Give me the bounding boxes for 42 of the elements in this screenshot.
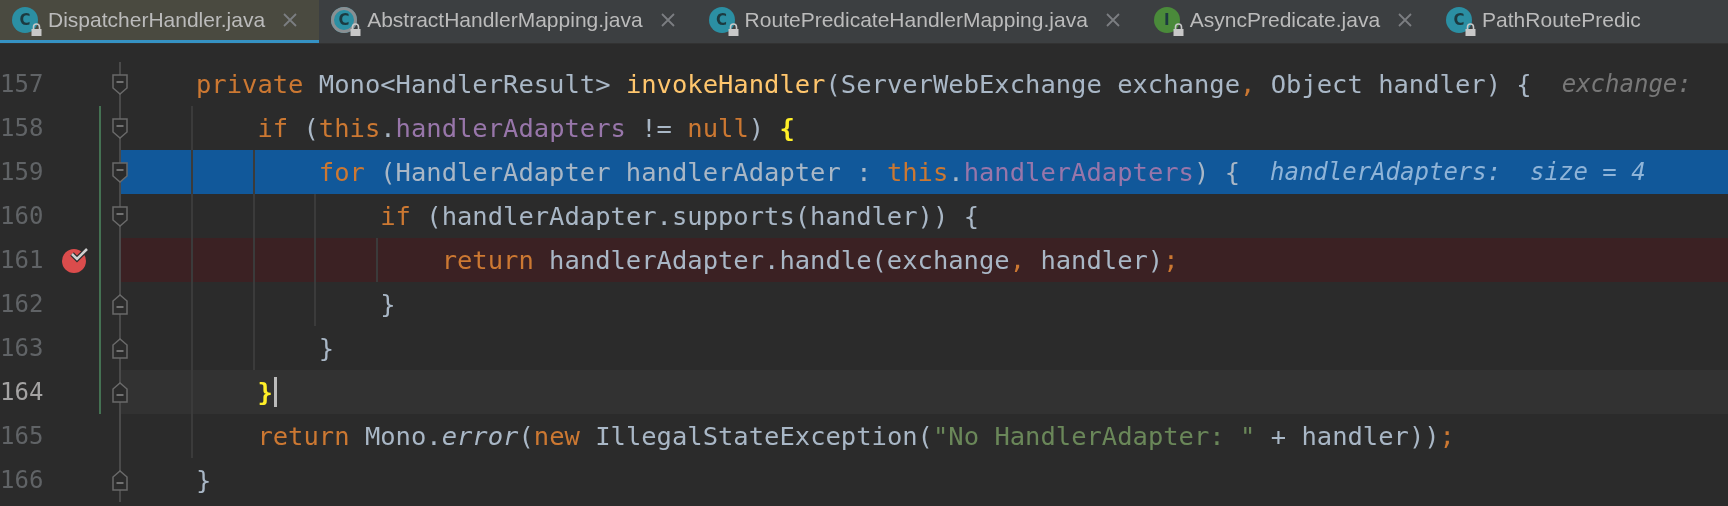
code-text: private Mono<HandlerResult> invokeHandler(ServerWebExchange exchange, Object handler) { [196,69,1532,99]
code-text: } [379,289,396,319]
line-number: 166 [0,466,42,494]
close-icon[interactable] [283,13,298,27]
code-text: return Mono.error(new IllegalStateException("No HandlerAdapter: " + handler)); [256,421,1455,451]
code-text: } [317,333,335,363]
code-text: if (this.handlerAdapters != null) { [256,113,795,143]
editor-tab[interactable]: C RoutePredicateHandlerMapping.java [696,0,1142,43]
class-icon: C [331,7,358,33]
line-number: 157 [0,70,42,98]
fold-icon[interactable] [112,338,128,359]
close-icon[interactable] [660,13,675,27]
inlay-hint: handlerAdapters: size = 4 [1270,158,1646,186]
code-text: for (HandlerAdapter handlerAdapter : this.handlerAdapters) { [317,157,1240,187]
class-icon: C [1446,7,1473,33]
code-text: return handlerAdapter.handle(exchange, handler); [440,245,1179,275]
line-number: 161 [0,246,42,274]
code-text: } [196,465,212,495]
editor-tab[interactable]: C AbstractHandlerMapping.java [319,0,697,43]
code-text: if (handlerAdapter.supports(handler)) { [379,201,979,231]
close-icon[interactable] [1105,13,1120,27]
editor-tab[interactable]: C DispatcherHandler.java [0,0,320,43]
line-number: 158 [0,114,42,142]
code-text: } [256,377,273,407]
fold-icon[interactable] [112,74,128,95]
fold-icon[interactable] [112,206,128,227]
line-number: 160 [0,202,42,230]
line-number: 163 [0,334,42,362]
fold-icon[interactable] [112,382,128,403]
breakpoint-icon[interactable] [62,248,90,273]
line-number: 162 [0,290,42,318]
fold-icon[interactable] [112,118,128,139]
fold-icon[interactable] [112,294,128,315]
editor-tab[interactable]: I AsyncPredicate.java [1141,0,1435,43]
line-number: 164 [0,378,42,406]
editor-tab[interactable]: C PathRoutePredic [1434,0,1663,43]
inlay-hint: exchange: [1561,70,1692,98]
close-icon[interactable] [1398,13,1413,27]
line-number: 159 [0,158,42,186]
fold-icon[interactable] [112,162,128,183]
line-number: 165 [0,422,42,450]
fold-icon[interactable] [112,470,128,491]
